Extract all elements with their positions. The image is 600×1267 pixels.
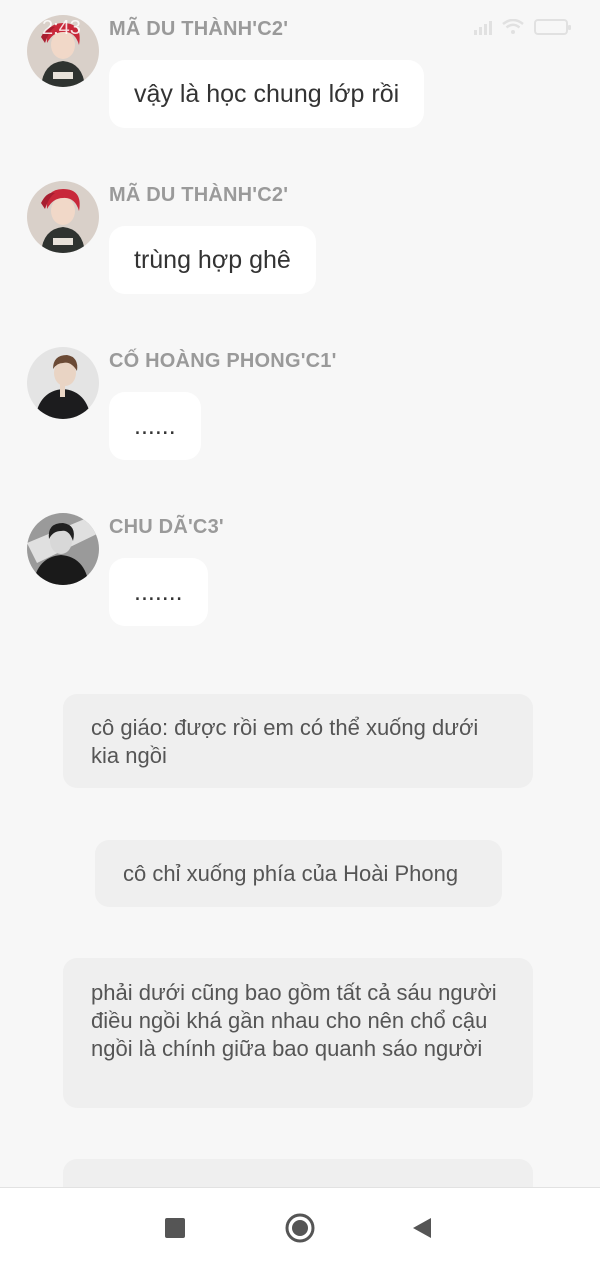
recents-button[interactable] [153,1206,197,1250]
signal-icon [474,19,492,35]
status-icons [474,19,571,35]
home-button[interactable] [278,1206,322,1250]
message-bubble[interactable]: vậy là học chung lớp rồi [109,60,425,128]
sender-name: CỐ HOÀNG PHONG'C1' [109,350,337,372]
narration-box: phải dưới cũng bao gồm tất cả sáu người … [63,958,533,1108]
wifi-icon [502,19,524,34]
triangle-back-icon [413,1218,431,1238]
circle-icon [285,1213,315,1243]
red-hair-avatar[interactable] [27,15,99,87]
sender-name: CHU DÃ'C3' [109,516,224,538]
message-bubble[interactable]: ...... [109,392,201,460]
sender-name: MÃ DU THÀNH'C2' [109,184,289,206]
monochrome-avatar[interactable] [27,513,99,585]
narration-box: cô chỉ xuống phía của Hoài Phong [95,840,502,907]
navigation-bar [0,1187,600,1267]
message-bubble[interactable]: ....... [109,558,208,626]
sender-name: MÃ DU THÀNH'C2' [109,18,289,40]
dark-suit-avatar[interactable] [27,347,99,419]
back-button[interactable] [400,1206,444,1250]
battery-icon [534,19,571,35]
square-icon [165,1218,185,1238]
message-bubble[interactable]: trùng hợp ghê [109,226,316,294]
red-hair-avatar[interactable] [27,181,99,253]
narration-box: cô giáo: được rồi em có thể xuống dưới k… [63,694,533,788]
